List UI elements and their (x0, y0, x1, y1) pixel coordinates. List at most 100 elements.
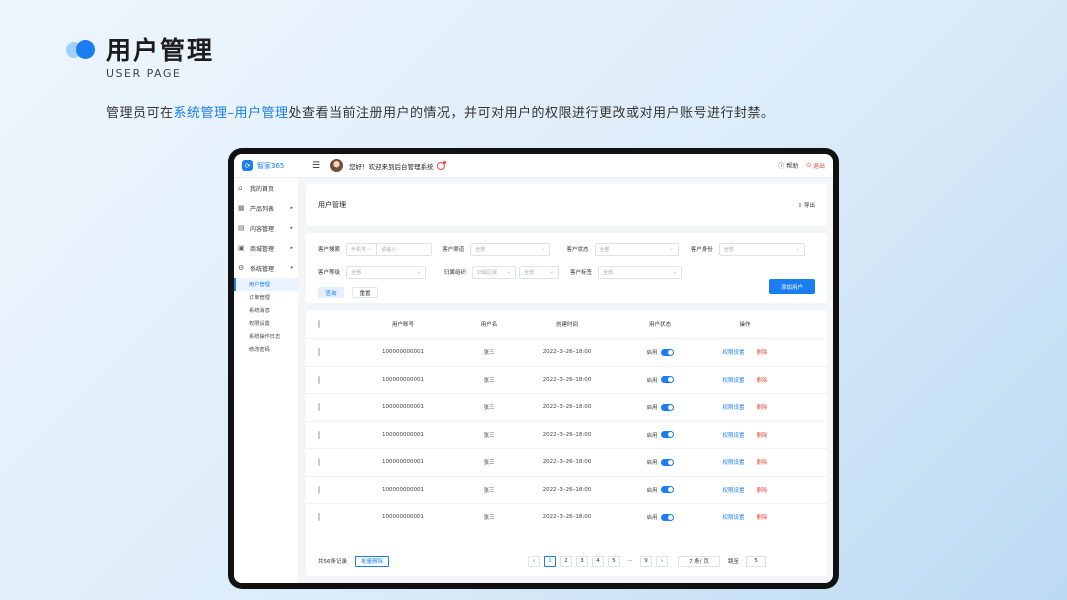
avatar[interactable] (330, 159, 343, 172)
reset-button[interactable]: 重置 (352, 287, 378, 298)
delete-link[interactable]: 删除 (757, 403, 768, 411)
cell-created: 2022–3–26–18:00 (542, 376, 592, 383)
delete-link[interactable]: 删除 (757, 513, 768, 521)
search-type-select[interactable]: 手机号 ⌄ (346, 242, 376, 256)
brand[interactable]: ⟳ 智家365 (242, 160, 312, 171)
description-highlight: 系统管理–用户管理 (173, 106, 289, 121)
page-ellipsis[interactable]: ··· (624, 556, 636, 567)
export-button[interactable]: ⇪ 导出 (798, 201, 815, 209)
chevron-down-icon: ⌄ (672, 269, 677, 275)
delete-link[interactable]: 删除 (757, 348, 768, 356)
add-user-button[interactable]: 添加用户 (769, 279, 815, 294)
status-text: 启用 (646, 377, 658, 384)
cell-created: 2022–3–26–18:00 (542, 404, 592, 411)
grid-icon: ▦ (238, 204, 245, 212)
search-input[interactable]: 请输入 (376, 242, 432, 256)
status-label: 客户状态 (566, 247, 589, 253)
status-toggle[interactable] (660, 431, 674, 439)
sidebar-item-products[interactable]: ▦ 产品列表 ▸ (234, 198, 298, 218)
delete-link[interactable]: 删除 (757, 486, 768, 494)
cell-created: 2022–3–26–18:00 (542, 486, 592, 493)
page-size-select[interactable]: 7 条/ 页 (678, 555, 720, 567)
status-toggle[interactable] (660, 403, 674, 411)
query-button[interactable]: 查询 (318, 287, 344, 298)
row-checkbox[interactable] (318, 403, 320, 412)
level-select[interactable]: 全部 ⌄ (346, 265, 426, 279)
next-page-button[interactable]: › (656, 555, 668, 567)
identity-select[interactable]: 全部 ⌄ (718, 242, 805, 256)
org-select[interactable]: 全部 ⌄ (519, 265, 559, 279)
select-all-checkbox[interactable] (318, 320, 320, 328)
sidebar-item-mall[interactable]: ▣ 商城管理 ▸ (234, 238, 298, 258)
chevron-right-icon: ▸ (290, 225, 293, 231)
sidebar-subitem-permissions[interactable]: 权限设置 (234, 317, 298, 330)
permission-settings-link[interactable]: 权限设置 (722, 513, 744, 521)
tag-select[interactable]: 全部 ⌄ (598, 265, 682, 279)
logo-dots (66, 40, 96, 60)
row-checkbox[interactable] (318, 375, 320, 384)
page-last[interactable]: 9 (640, 555, 652, 567)
row-checkbox[interactable] (318, 485, 320, 494)
permission-settings-link[interactable]: 权限设置 (722, 376, 744, 384)
table-footer: 共56条记录 批量删除 ‹ 1 2 3 4 5 ··· 9 › 7 条/ 页 跳… (318, 554, 815, 568)
cell-created: 2022–3–26–18:00 (542, 349, 592, 356)
row-checkbox[interactable] (318, 430, 320, 439)
permission-settings-link[interactable]: 权限设置 (722, 403, 744, 411)
delete-link[interactable]: 删除 (757, 376, 768, 384)
status-toggle[interactable] (660, 486, 674, 494)
status-toggle[interactable] (660, 458, 674, 466)
permission-settings-link[interactable]: 权限设置 (722, 348, 744, 356)
status-toggle[interactable] (660, 513, 674, 521)
cell-account: 100000000001 (382, 486, 424, 493)
region-select[interactable]: 归属区域 ⌄ (472, 265, 516, 279)
app-screen: ⟳ 智家365 ☰ 您好！欢迎来到后台管理系统 ⓘ 帮助 ⏻ 退出 ⌂ 我的首页 ▦ 产… (234, 154, 833, 583)
jump-label: 跳至 (728, 559, 740, 565)
permission-settings-link[interactable]: 权限设置 (722, 486, 744, 494)
delete-link[interactable]: 删除 (757, 458, 768, 466)
chevron-down-icon: ⌄ (506, 269, 511, 275)
cell-username: 张三 (483, 487, 495, 494)
row-checkbox[interactable] (318, 348, 320, 357)
prev-page-button[interactable]: ‹ (528, 555, 540, 567)
channel-select[interactable]: 全部 ⌄ (470, 242, 551, 256)
row-checkbox[interactable] (318, 513, 320, 522)
permission-settings-link[interactable]: 权限设置 (722, 431, 744, 439)
page-2[interactable]: 2 (560, 555, 572, 567)
sidebar-subitem-logs[interactable]: 系统操作日志 (234, 330, 298, 343)
help-button[interactable]: ⓘ 帮助 (778, 161, 798, 170)
user-table: 用户账号 用户名 创建时间 用户状态 操作 100000000001 张三 2022… (306, 310, 827, 576)
page-1[interactable]: 1 (544, 555, 556, 567)
page-3[interactable]: 3 (576, 555, 588, 567)
sidebar-subitem-messages[interactable]: 系统消息 (234, 304, 298, 317)
level-label: 客户等级 (318, 270, 341, 276)
logout-button[interactable]: ⏻ 退出 (806, 161, 825, 171)
bulk-delete-button[interactable]: 批量删除 (355, 555, 390, 567)
mall-icon: ▣ (238, 244, 245, 252)
delete-link[interactable]: 删除 (757, 431, 768, 439)
sidebar-subitem-users[interactable]: 用户管理 (234, 278, 298, 291)
status-toggle[interactable] (660, 376, 674, 384)
chevron-down-icon: ⌄ (541, 246, 546, 252)
cell-username: 张三 (483, 377, 495, 384)
permission-settings-link[interactable]: 权限设置 (722, 458, 744, 466)
sidebar-item-content[interactable]: ▤ 内容管理 ▸ (234, 218, 298, 238)
status-toggle[interactable] (660, 348, 674, 356)
cell-username: 张三 (483, 350, 495, 357)
sidebar-subitem-password[interactable]: 修改密码 (234, 343, 298, 356)
status-text: 启用 (646, 405, 658, 412)
page-4[interactable]: 4 (592, 555, 604, 567)
jump-input[interactable]: 5 (746, 555, 767, 567)
greeting-text: 您好！欢迎来到后台管理系统 (349, 162, 434, 171)
status-select[interactable]: 全部 ⌄ (594, 242, 679, 256)
page-5[interactable]: 5 (608, 555, 620, 567)
hamburger-menu-icon[interactable]: ☰ (312, 161, 326, 171)
status-text: 启用 (646, 350, 658, 357)
identity-label: 客户身份 (690, 247, 713, 253)
status-text: 启用 (646, 487, 658, 494)
sidebar-subitem-orders[interactable]: 订单管理 (234, 291, 298, 304)
notification-icon[interactable] (436, 160, 446, 170)
row-checkbox[interactable] (318, 458, 320, 467)
tablet-frame: ⟳ 智家365 ☰ 您好！欢迎来到后台管理系统 ⓘ 帮助 ⏻ 退出 ⌂ 我的首页 ▦ 产… (228, 148, 839, 589)
sidebar-item-system[interactable]: ⚙ 系统管理 ▾ (234, 258, 298, 278)
sidebar-item-home[interactable]: ⌂ 我的首页 (234, 178, 298, 198)
